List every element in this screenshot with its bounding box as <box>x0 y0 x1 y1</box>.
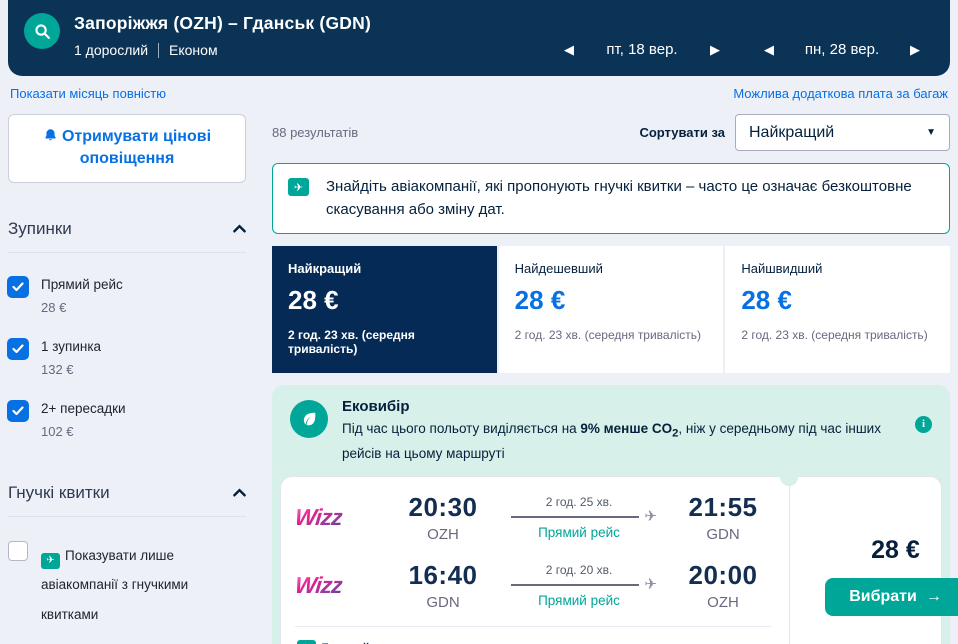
info-icon[interactable]: i <box>915 415 932 433</box>
eco-choice-group: Ековибір Під час цього польоту виділяєть… <box>272 384 958 644</box>
checkbox-checked-icon[interactable] <box>8 338 28 359</box>
search-icon[interactable] <box>24 13 60 49</box>
flexible-ticket-row: ✈ Гнучкий квиток <box>295 627 771 644</box>
depart-date: пт, 18 вер. <box>606 41 678 58</box>
checkbox-unchecked-icon[interactable] <box>8 540 28 561</box>
departure-time: 20:30 <box>408 492 478 523</box>
depart-prev-icon[interactable]: ◀ <box>560 41 578 58</box>
eco-description: Під час цього польоту виділяється на 9% … <box>342 420 881 461</box>
tab-best[interactable]: Найкращий 28 € 2 год. 23 хв. (середня тр… <box>272 245 497 373</box>
eco-title: Ековибір <box>342 397 410 415</box>
departure-time: 16:40 <box>408 560 478 591</box>
leg-duration: 2 год. 20 хв. <box>545 563 613 578</box>
return-date: пн, 28 вер. <box>804 41 880 58</box>
results-main: 88 результатів Сортувати за Найкращий ▼ … <box>272 114 958 644</box>
leg-duration: 2 год. 25 хв. <box>545 495 613 510</box>
outbound-leg: Wizz 20:30 OZH 2 год. 25 хв. ✈ Прямий ре… <box>293 492 771 544</box>
flexible-tickets-notice: ✈ Знайдіть авіакомпанії, які пропонують … <box>272 163 950 234</box>
depart-date-nav: ◀ пт, 18 вер. ▶ <box>560 23 724 76</box>
return-leg: Wizz 16:40 GDN 2 год. 20 хв. ✈ Прямий ре… <box>293 560 771 612</box>
stops-section: Зупинки Прямий рейс 28 € 1 зупинка 132 €… <box>8 219 246 439</box>
departure-code: GDN <box>426 594 460 612</box>
results-count: 88 результатів <box>272 125 359 140</box>
search-header: Запоріжжя (OZH) – Гданськ (GDN) 1 доросл… <box>8 0 950 76</box>
sort-dropdown[interactable]: Найкращий ▼ <box>735 114 950 151</box>
arrival-code: OZH <box>707 594 739 612</box>
bell-icon <box>45 129 56 141</box>
cabin-class: Економ <box>169 42 218 58</box>
price-panel: 28 € Вибрати → <box>780 468 958 644</box>
wizzair-logo: Wizz <box>293 572 344 599</box>
flexible-tickets-section: Гнучкі квитки ✈ Показувати лише авіакомпа… <box>8 483 246 630</box>
flexible-tickets-header[interactable]: Гнучкі квитки <box>8 483 246 517</box>
ticket-notch-top <box>780 468 798 487</box>
arrival-time: 20:00 <box>688 560 758 591</box>
chevron-up-icon <box>233 224 246 233</box>
select-button[interactable]: Вибрати → <box>825 578 958 617</box>
return-date-nav: ◀ пн, 28 вер. ▶ <box>760 23 924 76</box>
sort-label: Сортувати за <box>639 125 725 140</box>
show-full-month-link[interactable]: Показати місяць повністю <box>10 86 166 101</box>
baggage-fee-link[interactable]: Можлива додаткова плата за багаж <box>733 86 948 101</box>
flex-ticket-icon: ✈ <box>297 640 316 644</box>
stops-section-header[interactable]: Зупинки <box>8 219 246 253</box>
plane-icon: ✈ <box>644 576 657 594</box>
filter-two-plus-stops[interactable]: 2+ пересадки 102 € <box>8 400 246 439</box>
route-line: ✈ <box>511 576 657 593</box>
chevron-up-icon <box>233 488 246 497</box>
filters-sidebar: Отримувати цінові оповіщення Зупинки Пря… <box>8 114 246 644</box>
tab-fastest[interactable]: Найшвидший 28 € 2 год. 23 хв. (середня т… <box>723 245 951 373</box>
flight-result-card[interactable]: Wizz 20:30 OZH 2 год. 25 хв. ✈ Прямий ре… <box>280 468 958 644</box>
leg-stops: Прямий рейс <box>538 593 620 609</box>
notice-text: Знайдіть авіакомпанії, які пропонують гн… <box>326 178 912 219</box>
passenger-count: 1 дорослий <box>74 42 149 58</box>
wizzair-logo: Wizz <box>293 504 344 531</box>
price-alerts-button[interactable]: Отримувати цінові оповіщення <box>8 114 246 183</box>
checkbox-checked-icon[interactable] <box>8 276 28 297</box>
filter-flexible-only[interactable]: ✈ Показувати лише авіакомпанії з гнучкими… <box>8 540 246 630</box>
total-price: 28 € <box>871 536 920 565</box>
return-next-icon[interactable]: ▶ <box>906 41 924 58</box>
route-title: Запоріжжя (OZH) – Гданськ (GDN) <box>74 13 371 33</box>
filter-one-stop[interactable]: 1 зупинка 132 € <box>8 338 246 377</box>
sort-tabs: Найкращий 28 € 2 год. 23 хв. (середня тр… <box>272 245 951 373</box>
arrival-time: 21:55 <box>688 492 758 523</box>
depart-next-icon[interactable]: ▶ <box>706 41 724 58</box>
tab-cheapest[interactable]: Найдешевший 28 € 2 год. 23 хв. (середня … <box>496 245 724 373</box>
filter-direct-flights[interactable]: Прямий рейс 28 € <box>8 276 246 315</box>
flex-ticket-icon: ✈ <box>288 178 309 196</box>
return-prev-icon[interactable]: ◀ <box>760 41 778 58</box>
caret-down-icon: ▼ <box>926 127 936 138</box>
checkbox-checked-icon[interactable] <box>8 400 28 421</box>
departure-code: OZH <box>427 526 459 544</box>
plane-icon: ✈ <box>644 508 657 526</box>
arrival-code: GDN <box>706 526 740 544</box>
leaf-icon <box>290 399 328 438</box>
flight-search-page: Запоріжжя (OZH) – Гданськ (GDN) 1 доросл… <box>0 0 958 644</box>
separator <box>158 42 160 58</box>
route-line: ✈ <box>511 508 657 525</box>
arrow-right-icon: → <box>925 588 942 606</box>
flex-ticket-icon: ✈ <box>41 552 60 569</box>
sort-value: Найкращий <box>749 123 835 141</box>
leg-stops: Прямий рейс <box>538 525 620 541</box>
